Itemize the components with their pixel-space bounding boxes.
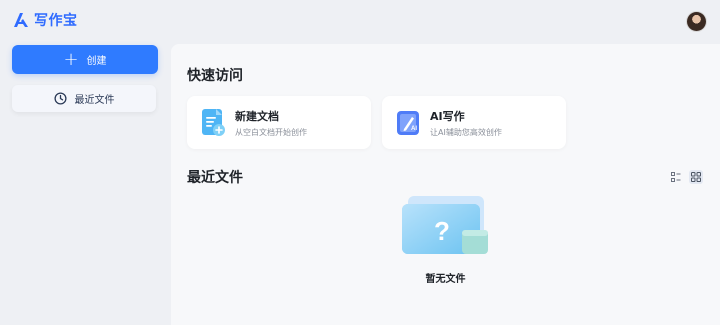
- new-document-icon: [202, 108, 225, 136]
- list-view-icon: [671, 172, 681, 182]
- app-name: 写作宝: [34, 13, 78, 29]
- create-button[interactable]: + 创建: [12, 45, 158, 74]
- create-button-label: 创建: [86, 56, 107, 67]
- clock-icon: [53, 92, 67, 105]
- svg-text:?: ?: [434, 216, 450, 246]
- quick-access-title: 快速访问: [187, 68, 243, 84]
- main-panel: 快速访问 新建文档 从空白文档开始创作 AI AI写作 让AI辅助您高效创作 最…: [171, 44, 720, 325]
- logo-icon: [14, 13, 28, 27]
- card-subtitle: 从空白文档开始创作: [235, 127, 307, 137]
- recent-files-title: 最近文件: [187, 170, 243, 186]
- new-document-card[interactable]: 新建文档 从空白文档开始创作: [187, 96, 371, 149]
- card-title: 新建文档: [235, 109, 279, 123]
- view-mode-toggles: [669, 170, 703, 184]
- list-view-button[interactable]: [669, 170, 683, 184]
- app-logo[interactable]: 写作宝: [12, 10, 78, 30]
- empty-folder-icon: ?: [401, 196, 488, 254]
- card-subtitle: 让AI辅助您高效创作: [430, 127, 502, 137]
- sidebar-item-recent-files[interactable]: 最近文件: [12, 85, 156, 112]
- empty-state: ? 暂无文件: [171, 194, 720, 285]
- card-title: AI写作: [430, 109, 465, 123]
- ai-writing-icon: AI: [397, 110, 419, 135]
- ai-writing-card[interactable]: AI AI写作 让AI辅助您高效创作: [382, 96, 566, 149]
- user-avatar[interactable]: [687, 12, 706, 31]
- empty-state-text: 暂无文件: [425, 274, 466, 285]
- svg-text:AI: AI: [411, 126, 417, 132]
- grid-view-button[interactable]: [689, 170, 703, 184]
- plus-icon: +: [63, 48, 79, 70]
- sidebar-item-label: 最近文件: [74, 95, 115, 106]
- grid-view-icon: [691, 172, 701, 182]
